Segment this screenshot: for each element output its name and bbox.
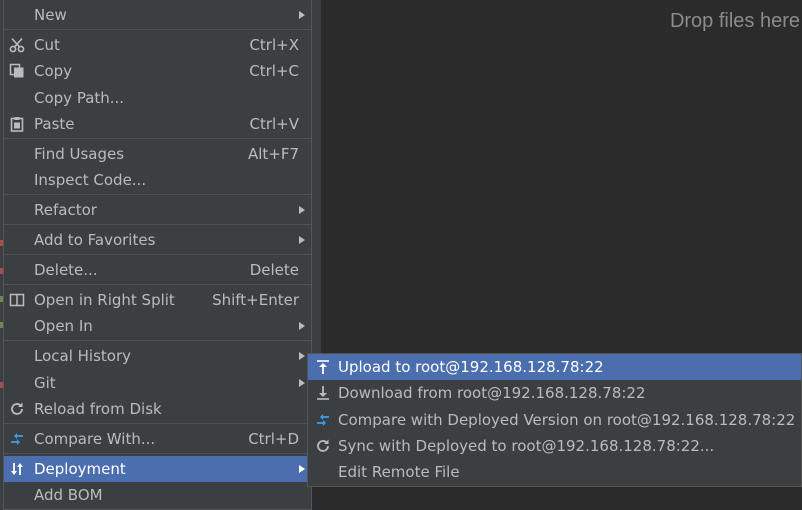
separator [4,423,311,424]
submenu-item-sync[interactable]: Sync with Deployed to root@192.168.128.7… [308,433,801,459]
chevron-right-icon [299,206,305,214]
menu-item-compare-with[interactable]: Compare With... Ctrl+D [4,426,311,452]
scissors-icon [8,36,26,54]
menu-item-copy[interactable]: Copy Ctrl+C [4,58,311,84]
menu-item-paste[interactable]: Paste Ctrl+V [4,111,311,137]
submenu-item-download[interactable]: Download from root@192.168.128.78:22 [308,380,801,406]
drop-files-hint: Drop files here [669,10,800,32]
separator [4,453,311,454]
menu-item-open-in[interactable]: Open In [4,313,311,339]
copy-icon [8,62,26,80]
split-view-icon [8,291,26,309]
download-icon [314,384,332,402]
separator [4,254,311,255]
sync-icon [314,437,332,455]
separator [4,224,311,225]
upload-icon [314,358,332,376]
menu-item-copy-path[interactable]: Copy Path... [4,85,311,111]
submenu-item-edit-remote-file[interactable]: Edit Remote File [308,459,801,485]
chevron-right-icon [299,465,305,473]
separator [4,29,311,30]
chevron-right-icon [299,322,305,330]
menu-item-find-usages[interactable]: Find Usages Alt+F7 [4,141,311,167]
menu-item-deployment[interactable]: Deployment [4,456,311,482]
menu-item-cut[interactable]: Cut Ctrl+X [4,32,311,58]
chevron-right-icon [299,11,305,19]
separator [4,138,311,139]
menu-item-open-in-right-split[interactable]: Open in Right Split Shift+Enter [4,287,311,313]
menu-item-delete[interactable]: Delete... Delete [4,257,311,283]
reload-icon [8,400,26,418]
menu-item-inspect-code[interactable]: Inspect Code... [4,167,311,193]
compare-icon [8,430,26,448]
separator [4,340,311,341]
menu-item-refactor[interactable]: Refactor [4,197,311,223]
submenu-item-compare-deployed[interactable]: Compare with Deployed Version on root@19… [308,407,801,433]
clipboard-icon [8,115,26,133]
menu-item-new[interactable]: New [4,2,311,28]
menu-item-local-history[interactable]: Local History [4,343,311,369]
separator [4,194,311,195]
chevron-right-icon [299,379,305,387]
deployment-icon [8,460,26,478]
menu-item-reload-from-disk[interactable]: Reload from Disk [4,396,311,422]
chevron-right-icon [299,236,305,244]
separator [4,284,311,285]
chevron-right-icon [299,352,305,360]
menu-item-git[interactable]: Git [4,370,311,396]
context-menu: New Cut Ctrl+X Copy Ctrl+C Copy Path... … [3,0,312,510]
status-area [307,487,802,510]
menu-item-add-to-favorites[interactable]: Add to Favorites [4,227,311,253]
compare-icon [314,411,332,429]
menu-item-add-bom[interactable]: Add BOM [4,482,311,508]
deployment-submenu: Upload to root@192.168.128.78:22 Downloa… [307,353,802,487]
submenu-item-upload[interactable]: Upload to root@192.168.128.78:22 [308,354,801,380]
